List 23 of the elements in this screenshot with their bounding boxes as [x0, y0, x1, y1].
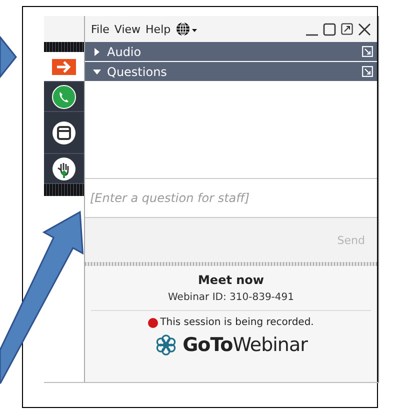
pane-header[interactable]: Questions [85, 62, 377, 81]
pop-out-icon[interactable] [341, 23, 353, 35]
raise-hand-icon [52, 156, 76, 180]
globe-icon[interactable] [176, 22, 198, 36]
session-title: Meet now [198, 273, 264, 287]
recording-notice: This session is being recorded. [160, 317, 314, 328]
menu-item[interactable]: View [114, 22, 141, 36]
maximize-icon[interactable] [323, 22, 336, 36]
menu-item[interactable]: Help [146, 22, 171, 36]
phone-icon [52, 84, 76, 108]
webinar-id: Webinar ID: 310-839-491 [168, 292, 294, 303]
callout-arrow [0, 34, 17, 80]
sidebar-tab[interactable] [44, 82, 84, 112]
menu-item[interactable]: File [91, 22, 110, 36]
sidebar-tab[interactable] [44, 52, 84, 82]
close-icon[interactable] [358, 22, 371, 36]
brand-name: GoToWebinar [182, 334, 308, 356]
grip-stripe [44, 184, 84, 196]
flower-logo-icon [154, 334, 177, 356]
pane-header[interactable]: Audio [85, 42, 377, 61]
window-icon [52, 120, 76, 144]
question-field[interactable]: [Enter a question for staff] [85, 178, 377, 218]
grip-stripe [44, 42, 84, 52]
